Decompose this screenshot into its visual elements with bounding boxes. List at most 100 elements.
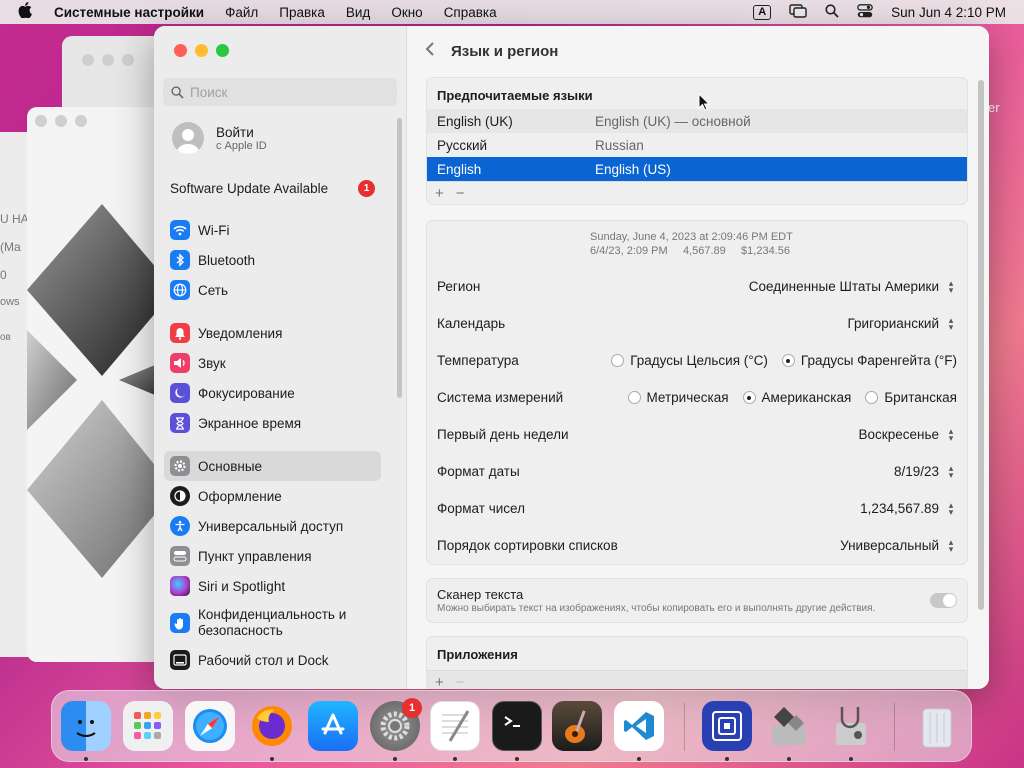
remove-language-button[interactable]: − [456,185,465,202]
list-sort-row: Порядок сортировки списков Универсальный… [427,527,967,564]
region-value: Соединенные Штаты Америки [748,279,939,294]
sidebar-item-control-center[interactable]: Пункт управления [164,541,381,571]
calendar-row: Календарь Григорианский ▴ ▾ [427,305,967,342]
sidebar-item-network[interactable]: Сеть [164,275,381,305]
sidebar-item-appearance[interactable]: Оформление [164,481,381,511]
temperature-fahrenheit-radio[interactable]: Градусы Фаренгейта (°F) [781,353,957,368]
launchpad-icon[interactable] [123,701,173,751]
add-language-button[interactable]: + [435,185,444,202]
remove-application-button[interactable]: − [456,674,465,689]
bell-icon [170,323,190,343]
popup-arrows-icon: ▴ ▾ [948,277,954,295]
language-name: English [437,161,482,177]
first-weekday-select[interactable]: Воскресенье ▴ ▾ [859,426,957,443]
screen-mirroring-icon[interactable] [789,3,807,21]
back-chevron-icon[interactable] [425,40,435,63]
disk-utility-icon[interactable] [826,701,876,751]
close-button[interactable] [174,44,187,57]
sidebar-item-label: Siri и Spotlight [198,578,286,594]
control-center-menu-icon[interactable] [857,3,874,21]
sidebar-item-label: Пункт управления [198,548,312,564]
safari-icon[interactable] [185,701,235,751]
sidebar-item-accessibility[interactable]: Универсальный доступ [164,511,381,541]
language-row[interactable]: English (UK) English (UK) — основной [427,109,967,133]
sidebar-item-bluetooth[interactable]: Bluetooth [164,245,381,275]
search-field[interactable] [163,78,397,106]
sidebar-item-notifications[interactable]: Уведомления [164,318,381,348]
search-input[interactable] [190,84,380,100]
garageband-icon[interactable] [552,701,602,751]
region-settings-card: Sunday, June 4, 2023 at 2:09:46 PM EDT 6… [426,220,968,565]
page-title: Язык и регион [451,42,559,60]
menu-clock[interactable]: Sun Jun 4 2:10 PM [891,5,1006,20]
bootcamp-icon[interactable] [764,701,814,751]
menu-file[interactable]: Файл [225,5,258,20]
sidebar-item-desktop-dock[interactable]: Рабочий стол и Dock [164,645,381,675]
measurement-metric-radio[interactable]: Метрическая [627,390,729,405]
region-label: Регион [437,279,481,294]
language-name: Русский [437,137,488,153]
globe-icon [170,280,190,300]
finder-icon[interactable] [61,701,111,751]
language-row-selected[interactable]: English English (US) [427,157,967,181]
running-indicator [849,757,853,761]
live-text-description: Можно выбирать текст на изображениях, чт… [437,603,876,614]
menu-help[interactable]: Справка [444,5,497,20]
language-row[interactable]: Русский Russian [427,133,967,157]
sidebar-item-siri-spotlight[interactable]: Siri и Spotlight [164,571,381,601]
measurement-uk-radio[interactable]: Британская [865,390,957,405]
radio-label: Градусы Цельсия (°C) [630,353,768,368]
region-row: Регион Соединенные Штаты Америки ▴ ▾ [427,268,967,305]
menu-app-name[interactable]: Системные настройки [54,5,204,20]
number-format-select[interactable]: 1,234,567.89 ▴ ▾ [860,500,957,517]
app-store-icon[interactable] [308,701,358,751]
sidebar-item-focus[interactable]: Фокусирование [164,378,381,408]
popup-arrows-icon: ▴ ▾ [948,536,954,554]
list-sort-select[interactable]: Универсальный ▴ ▾ [840,536,957,554]
spotlight-search-icon[interactable] [825,3,839,21]
dock: 1 [51,690,972,762]
background-text: (Ma [0,240,21,254]
bluetooth-icon [170,250,190,270]
popup-arrows-icon: ▴ ▾ [948,314,954,332]
apple-id-sign-in[interactable]: Войти с Apple ID [172,122,267,154]
sidebar-item-wifi[interactable]: Wi-Fi [164,215,381,245]
measurement-us-radio[interactable]: Американская [742,390,851,405]
menu-view[interactable]: Вид [346,5,370,20]
live-text-toggle[interactable] [930,593,957,608]
terminal-icon[interactable] [492,701,542,751]
sidebar-scrollbar[interactable] [397,118,402,398]
menu-window[interactable]: Окно [391,5,422,20]
region-select[interactable]: Соединенные Штаты Америки ▴ ▾ [748,277,957,295]
minimize-button[interactable] [195,44,208,57]
sidebar-item-sound[interactable]: Звук [164,348,381,378]
live-text-card: Сканер текста Можно выбирать текст на из… [426,578,968,623]
software-update-item[interactable]: Software Update Available 1 [170,180,375,197]
zoom-button[interactable] [216,44,229,57]
apple-menu-icon[interactable] [18,2,40,22]
input-source-icon[interactable]: A [753,4,772,20]
temperature-celsius-radio[interactable]: Градусы Цельсия (°C) [611,353,768,368]
add-application-button[interactable]: + [435,674,444,689]
sidebar-item-privacy-security[interactable]: Конфиденциальность и безопасность [164,601,381,645]
textedit-icon[interactable] [430,701,480,751]
sidebar-item-label: Wi-Fi [198,222,230,238]
person-icon [177,129,199,154]
date-format-select[interactable]: 8/19/23 ▴ ▾ [894,463,957,480]
trash-icon[interactable] [912,701,962,751]
sidebar-item-general[interactable]: Основные [164,451,381,481]
content-scrollbar[interactable] [978,80,984,610]
menu-edit[interactable]: Правка [279,5,325,20]
system-settings-window: Войти с Apple ID Software Update Availab… [154,26,989,689]
content-header: Язык и регион [407,26,989,76]
sidebar-item-label: Сеть [198,282,229,298]
sidebar-item-screen-time[interactable]: Экранное время [164,408,381,438]
utm-icon[interactable] [702,701,752,751]
vscode-icon[interactable] [614,701,664,751]
sidebar-group-general: Основные Оформление Универсальный доступ… [164,451,381,675]
list-sort-value: Универсальный [840,538,939,553]
dock-separator [894,703,895,751]
firefox-icon[interactable] [247,701,297,751]
sidebar-item-label: Основные [198,458,263,474]
calendar-select[interactable]: Григорианский ▴ ▾ [848,314,958,332]
